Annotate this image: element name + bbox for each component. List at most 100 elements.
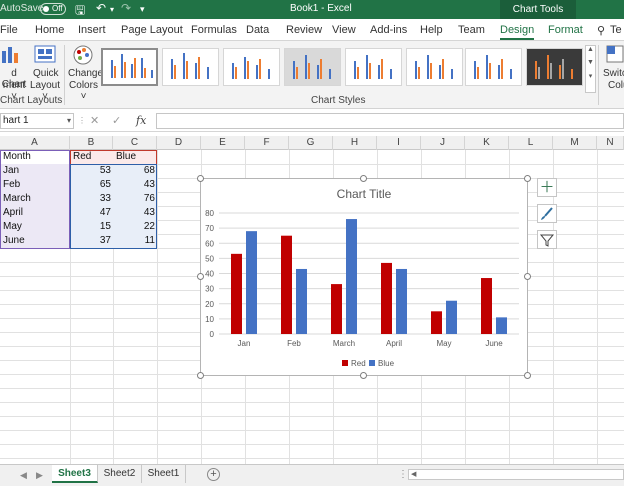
- chart-style-4[interactable]: [284, 48, 341, 86]
- chart-style-8[interactable]: [526, 48, 583, 86]
- column-header-b[interactable]: B: [70, 136, 113, 150]
- tab-formulas[interactable]: Formulas: [191, 24, 237, 36]
- chart-resize-handle[interactable]: [524, 273, 531, 280]
- chart-style-2[interactable]: [162, 48, 219, 86]
- cell-c5[interactable]: 43: [114, 206, 157, 220]
- chart-style-3[interactable]: [223, 48, 280, 86]
- column-header-d[interactable]: D: [157, 136, 201, 150]
- cell-b5[interactable]: 47: [71, 206, 113, 220]
- formula-input[interactable]: [156, 113, 624, 129]
- tab-home[interactable]: Home: [35, 24, 64, 36]
- cell-b7[interactable]: 37: [71, 234, 113, 248]
- enter-icon[interactable]: ✓: [112, 114, 121, 127]
- y-tick-label: 20: [205, 300, 214, 309]
- cell-b2[interactable]: 53: [71, 164, 113, 178]
- chart-styles-button[interactable]: [537, 204, 557, 223]
- gallery-more-icon[interactable]: ▾: [586, 72, 595, 80]
- cancel-icon[interactable]: ✕: [90, 114, 99, 127]
- cell-c3[interactable]: 43: [114, 178, 157, 192]
- chart-resize-handle[interactable]: [197, 175, 204, 182]
- tab-data[interactable]: Data: [246, 24, 269, 36]
- tab-format[interactable]: Format: [548, 24, 583, 36]
- chart-resize-handle[interactable]: [524, 372, 531, 379]
- cell-a1[interactable]: Month: [1, 150, 33, 164]
- cell-c7[interactable]: 11: [114, 234, 157, 248]
- switch-row-column-button[interactable]: Switc Colu: [601, 43, 624, 93]
- quick-layout-button[interactable]: Quick Layout ˅: [30, 43, 60, 102]
- cell-c2[interactable]: 68: [114, 164, 157, 178]
- column-header-i[interactable]: I: [377, 136, 421, 150]
- scroll-down-icon[interactable]: ▼: [586, 59, 595, 66]
- chart-style-6[interactable]: [406, 48, 463, 86]
- cell-a3[interactable]: Feb: [1, 178, 22, 192]
- column-header-n[interactable]: N: [597, 136, 624, 150]
- cell-a5[interactable]: April: [1, 206, 25, 220]
- cell-b3[interactable]: 65: [71, 178, 113, 192]
- cell-a4[interactable]: March: [1, 192, 33, 206]
- column-header-m[interactable]: M: [553, 136, 597, 150]
- split-handle-icon[interactable]: ⋮: [398, 469, 408, 480]
- chart-style-7[interactable]: [465, 48, 522, 86]
- customize-qat-icon[interactable]: ▾: [140, 4, 145, 15]
- chart-filters-button[interactable]: [537, 230, 557, 249]
- insert-function-button[interactable]: fx: [136, 114, 146, 127]
- cell-a7[interactable]: June: [1, 234, 27, 248]
- sheet-tab-sheet3[interactable]: Sheet3: [52, 465, 98, 483]
- cell-a2[interactable]: Jan: [1, 164, 21, 178]
- redo-icon[interactable]: ↷: [121, 1, 131, 15]
- column-header-e[interactable]: E: [201, 136, 245, 150]
- chart-resize-handle[interactable]: [197, 273, 204, 280]
- tab-team[interactable]: Team: [458, 24, 485, 36]
- name-box[interactable]: hart 1 ▾: [0, 113, 74, 129]
- horizontal-scrollbar[interactable]: ◀: [408, 469, 624, 480]
- cell-a6[interactable]: May: [1, 220, 24, 234]
- column-header-f[interactable]: F: [245, 136, 289, 150]
- chart-object[interactable]: Chart Title 0 10 20 30 40 50 60 70 80 Jan Feb March A…: [200, 178, 528, 376]
- new-sheet-button[interactable]: +: [207, 468, 220, 481]
- chart-resize-handle[interactable]: [360, 372, 367, 379]
- column-header-a[interactable]: A: [0, 136, 70, 150]
- tab-design[interactable]: Design: [500, 24, 535, 40]
- tab-page-layout[interactable]: Page Layout: [121, 24, 183, 36]
- tab-tell-me[interactable]: Te: [610, 24, 622, 36]
- add-chart-element-button[interactable]: d Chart ment ˅: [0, 43, 28, 102]
- column-header-k[interactable]: K: [465, 136, 509, 150]
- undo-dropdown-icon[interactable]: ▾: [110, 5, 114, 14]
- scroll-left-icon[interactable]: ◀: [411, 470, 416, 478]
- column-header-j[interactable]: J: [421, 136, 465, 150]
- cell-c6[interactable]: 22: [114, 220, 157, 234]
- column-header-h[interactable]: H: [333, 136, 377, 150]
- column-header-c[interactable]: C: [113, 136, 157, 150]
- chart-style-5[interactable]: [345, 48, 402, 86]
- tab-file[interactable]: File: [0, 24, 18, 36]
- tab-insert[interactable]: Insert: [78, 24, 106, 36]
- column-header-l[interactable]: L: [509, 136, 553, 150]
- chart-elements-button[interactable]: ＋: [537, 178, 557, 197]
- sheet-tab-sheet1[interactable]: Sheet1: [142, 465, 186, 483]
- tab-review[interactable]: Review: [286, 24, 322, 36]
- scroll-sheets-left-icon[interactable]: ◀: [20, 470, 27, 481]
- cell-b4[interactable]: 33: [71, 192, 113, 206]
- chart-styles-gallery-scroll[interactable]: ▲ ▼ ▾: [585, 45, 596, 93]
- column-header-g[interactable]: G: [289, 136, 333, 150]
- change-colors-button[interactable]: Change Colors ˅: [67, 43, 103, 102]
- chart-resize-handle[interactable]: [197, 372, 204, 379]
- name-box-dropdown-icon[interactable]: ▾: [67, 114, 71, 128]
- chart-style-1[interactable]: [101, 48, 158, 86]
- scroll-up-icon[interactable]: ▲: [586, 46, 595, 53]
- chart-resize-handle[interactable]: [360, 175, 367, 182]
- cell-b6[interactable]: 15: [71, 220, 113, 234]
- cell-c1[interactable]: Blue: [114, 150, 138, 164]
- tab-help[interactable]: Help: [420, 24, 443, 36]
- tell-me-search-icon[interactable]: ⚲: [597, 24, 605, 37]
- column-chart[interactable]: Chart Title 0 10 20 30 40 50 60 70 80 Jan Feb March A…: [201, 179, 527, 375]
- chart-resize-handle[interactable]: [524, 175, 531, 182]
- autosave-toggle[interactable]: Off: [40, 3, 66, 15]
- tab-view[interactable]: View: [332, 24, 356, 36]
- scroll-sheets-right-icon[interactable]: ▶: [36, 470, 43, 481]
- cell-b1[interactable]: Red: [71, 150, 93, 164]
- sheet-tab-sheet2[interactable]: Sheet2: [98, 465, 142, 483]
- cell-c4[interactable]: 76: [114, 192, 157, 206]
- undo-icon[interactable]: ↶: [96, 1, 106, 15]
- tab-add-ins[interactable]: Add-ins: [370, 24, 407, 36]
